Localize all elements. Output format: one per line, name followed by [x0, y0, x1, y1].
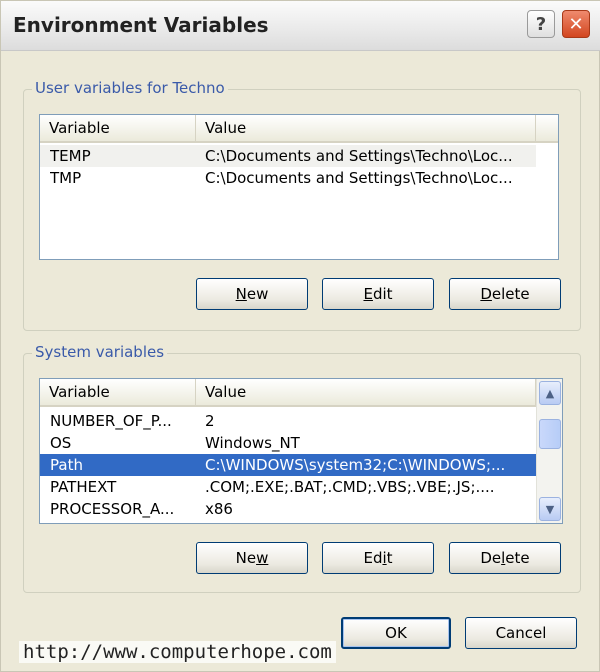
- user-variables-list[interactable]: Variable Value TEMP C:\Documents and Set…: [39, 114, 559, 260]
- watermark-url: http://www.computerhope.com: [19, 641, 336, 663]
- chevron-down-icon: ▼: [545, 502, 555, 516]
- cancel-button[interactable]: Cancel: [465, 617, 577, 649]
- variable-name: PATHEXT: [50, 478, 117, 496]
- column-header-value[interactable]: Value: [196, 115, 536, 141]
- variable-name: NUMBER_OF_P...: [50, 412, 172, 430]
- variable-name: TMP: [50, 169, 82, 187]
- user-list-header: Variable Value: [40, 115, 558, 143]
- system-variables-list[interactable]: Variable Value NUMBER_OF_P... 2 OS Windo…: [39, 378, 563, 524]
- title-bar[interactable]: Environment Variables ? ✕: [1, 1, 600, 51]
- user-edit-button[interactable]: Edit: [322, 278, 434, 310]
- variable-value: x86: [205, 500, 233, 518]
- help-button[interactable]: ?: [527, 10, 555, 38]
- list-item[interactable]: TEMP C:\Documents and Settings\Techno\Lo…: [40, 145, 536, 167]
- system-new-button[interactable]: Ne w: [196, 542, 308, 574]
- system-list-header: Variable Value: [40, 379, 536, 407]
- variable-value: Windows_NT: [205, 434, 300, 452]
- variable-value: 2: [205, 412, 215, 430]
- scroll-up-button[interactable]: ▲: [539, 381, 561, 405]
- variable-value: C:\Documents and Settings\Techno\Loc...: [205, 169, 513, 187]
- list-item[interactable]: NUMBER_OF_P... 2: [40, 410, 536, 432]
- window-title: Environment Variables: [13, 13, 269, 37]
- system-delete-button[interactable]: De l ete: [449, 542, 561, 574]
- column-header-variable[interactable]: Variable: [40, 379, 196, 405]
- variable-value: C:\WINDOWS\system32;C:\WINDOWS;...: [205, 456, 506, 474]
- user-variables-group: User variables for Techno Variable Value…: [23, 79, 581, 331]
- variable-name: PROCESSOR_A...: [50, 500, 175, 518]
- column-header-variable[interactable]: Variable: [40, 115, 196, 141]
- close-icon: ✕: [568, 13, 584, 35]
- system-variables-label: System variables: [32, 343, 168, 361]
- system-edit-button[interactable]: Ed i t: [322, 542, 434, 574]
- user-variables-label: User variables for Techno: [32, 79, 228, 97]
- list-item[interactable]: TMP C:\Documents and Settings\Techno\Loc…: [40, 167, 536, 189]
- column-header-value[interactable]: Value: [196, 379, 536, 405]
- chevron-up-icon: ▲: [545, 386, 555, 400]
- environment-variables-dialog: Environment Variables ? ✕ User variables…: [0, 0, 600, 672]
- variable-value: C:\Documents and Settings\Techno\Loc...: [205, 147, 513, 165]
- ok-button[interactable]: OK: [341, 617, 451, 649]
- user-delete-button[interactable]: Delete: [449, 278, 561, 310]
- scroll-thumb[interactable]: [539, 419, 561, 449]
- close-button[interactable]: ✕: [562, 10, 590, 38]
- variable-name: Path: [50, 456, 83, 474]
- list-item-selected[interactable]: Path C:\WINDOWS\system32;C:\WINDOWS;...: [40, 454, 536, 476]
- list-item[interactable]: PROCESSOR_A... x86: [40, 498, 536, 520]
- list-item[interactable]: PATHEXT .COM;.EXE;.BAT;.CMD;.VBS;.VBE;.J…: [40, 476, 536, 498]
- list-item[interactable]: OS Windows_NT: [40, 432, 536, 454]
- variable-name: OS: [50, 434, 72, 452]
- help-icon: ?: [535, 13, 547, 35]
- variable-value: .COM;.EXE;.BAT;.CMD;.VBS;.VBE;.JS;....: [205, 478, 495, 496]
- system-variables-group: System variables Variable Value NUMBER_O…: [23, 343, 581, 593]
- user-new-button[interactable]: New: [196, 278, 308, 310]
- scroll-down-button[interactable]: ▼: [539, 497, 561, 521]
- vertical-scrollbar[interactable]: ▲ ▼: [536, 379, 562, 523]
- variable-name: TEMP: [50, 147, 91, 165]
